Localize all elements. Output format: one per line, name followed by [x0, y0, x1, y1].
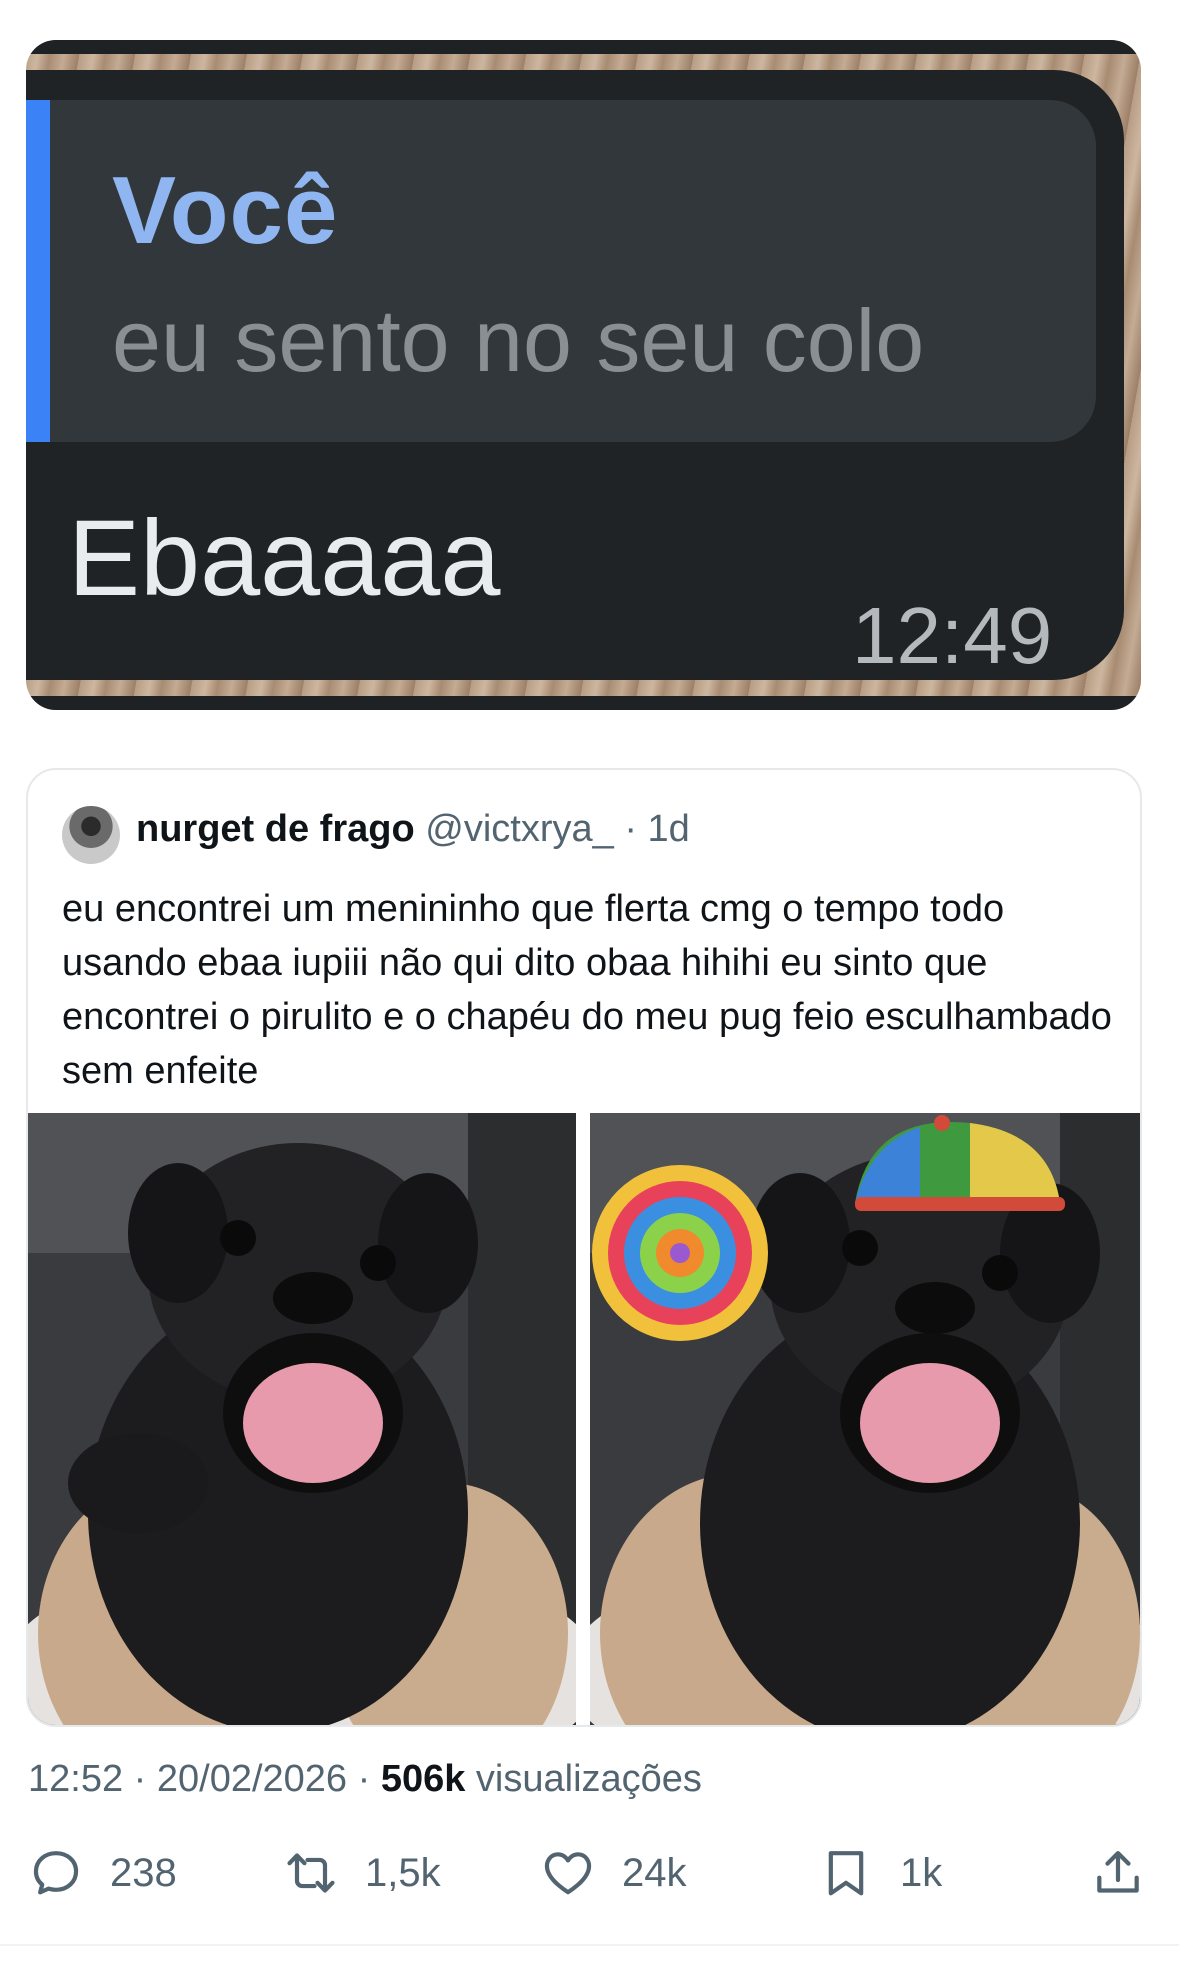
quoted-message-block: Você eu sento no seu colo: [26, 100, 1096, 442]
post-age: · 1d: [624, 808, 690, 850]
reply-button[interactable]: 238: [28, 1838, 177, 1908]
chat-screenshot-image: Você eu sento no seu colo Ebaaaaa 12:49: [26, 40, 1141, 710]
message-time: 12:49: [852, 591, 1053, 680]
user-handle[interactable]: @victxrya_: [425, 808, 614, 850]
pug-photo-left[interactable]: [28, 1113, 576, 1725]
repost-icon: [287, 1853, 335, 1893]
quoted-author: Você: [112, 157, 339, 264]
bookmark-icon: [828, 1851, 864, 1896]
quoted-tweet-card[interactable]: nurget de frago @victxrya_ · 1d eu encon…: [26, 768, 1142, 1727]
like-button[interactable]: 24k: [540, 1838, 687, 1908]
display-name[interactable]: nurget de frago: [136, 808, 415, 850]
divider: [0, 1944, 1179, 1946]
quoted-tweet-header: nurget de frago @victxrya_ · 1d: [136, 808, 690, 851]
quoted-message-text: eu sento no seu colo: [112, 291, 925, 390]
bookmark-button[interactable]: 1k: [818, 1838, 942, 1908]
post-time-date: 12:52 · 20/02/2026 ·: [28, 1758, 381, 1800]
reply-count: 238: [110, 1850, 177, 1895]
chat-bubble: Você eu sento no seu colo Ebaaaaa 12:49: [26, 70, 1124, 680]
share-icon: [1097, 1851, 1139, 1893]
bookmark-count: 1k: [900, 1850, 943, 1895]
image-border-bottom: [26, 696, 1141, 710]
repost-button[interactable]: 1,5k: [283, 1838, 441, 1908]
quoted-tweet-media[interactable]: [28, 1113, 1140, 1725]
views-label: visualizações: [465, 1758, 702, 1800]
post-meta: 12:52 · 20/02/2026 · 506k visualizações: [28, 1758, 702, 1801]
avatar[interactable]: [62, 806, 120, 864]
repost-count: 1,5k: [365, 1850, 441, 1895]
views-count: 506k: [380, 1758, 466, 1800]
quoted-tweet-text: eu encontrei um menininho que flerta cmg…: [62, 888, 1112, 1092]
image-border-top: [26, 40, 1141, 54]
reply-icon: [33, 1851, 79, 1895]
reply-message-text: Ebaaaaa: [68, 497, 501, 618]
like-count: 24k: [622, 1850, 687, 1895]
pug-photo-right[interactable]: [590, 1113, 1140, 1725]
action-bar: 238 1,5k 24k 1k: [28, 1838, 1148, 1908]
share-button[interactable]: [1090, 1838, 1172, 1908]
like-icon: [544, 1852, 592, 1895]
quote-accent-bar: [26, 100, 50, 442]
